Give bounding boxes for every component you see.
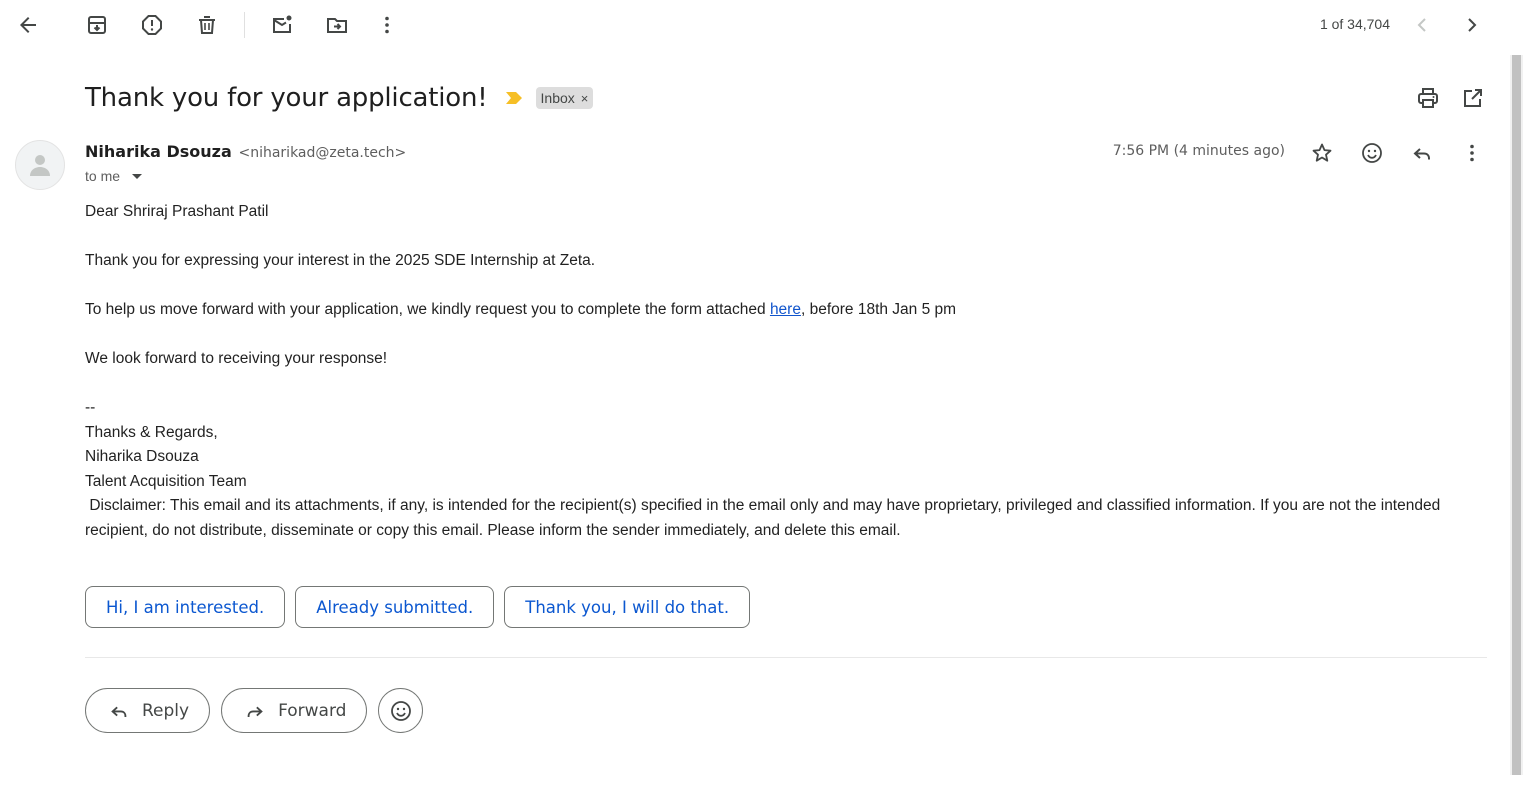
email-timestamp: 7:56 PM (4 minutes ago) — [1112, 143, 1285, 159]
add-reaction-button[interactable] — [1352, 133, 1392, 173]
older-button[interactable] — [1452, 5, 1492, 45]
sender-avatar[interactable] — [15, 140, 65, 190]
smart-reply-button[interactable]: Thank you, I will do that. — [504, 586, 751, 628]
back-button[interactable] — [8, 5, 48, 45]
greeting-line: Dear Shriraj Prashant Patil — [85, 203, 269, 220]
reply-actions: Reply Forward — [85, 688, 424, 733]
open-in-new-icon — [1464, 89, 1482, 107]
chevron-left-icon — [1417, 18, 1426, 32]
email-subject: Thank you for your application! — [85, 83, 488, 113]
importance-marker-icon[interactable] — [505, 92, 522, 104]
more-toolbar-button[interactable] — [367, 5, 407, 45]
scrollbar-thumb[interactable] — [1512, 55, 1521, 775]
reply-icon — [111, 706, 127, 717]
arrow-back-icon — [20, 17, 36, 33]
email-body: Dear Shriraj Prashant Patil Thank you fo… — [85, 200, 1455, 543]
remove-label-button[interactable]: × — [581, 91, 589, 106]
pager-count: 1 of 34,704 — [1319, 16, 1390, 32]
signature-regards: Thanks & Regards, — [85, 423, 218, 441]
caret-down-icon — [132, 173, 143, 179]
label-chip-text: Inbox — [540, 90, 575, 106]
toolbar-separator — [244, 12, 245, 38]
recipient-text: to me — [85, 168, 121, 184]
paragraph-interest: Thank you for expressing your interest i… — [85, 252, 596, 269]
more-vert-icon — [1470, 144, 1474, 162]
report-spam-icon — [142, 15, 162, 35]
signature-team: Talent Acquisition Team — [85, 472, 247, 490]
report-spam-button[interactable] — [132, 5, 172, 45]
move-to-folder-icon — [327, 18, 347, 33]
newer-button[interactable] — [1402, 5, 1442, 45]
disclaimer-text: Disclaimer: This email and its attachmen… — [85, 497, 1445, 539]
sender-line: Niharika Dsouza <niharikad@zeta.tech> — [85, 142, 406, 162]
archive-icon — [88, 16, 106, 34]
smart-reply-button[interactable]: Already submitted. — [295, 586, 495, 628]
trash-icon — [199, 16, 215, 34]
deadline-text: , before 18th Jan 5 pm — [800, 301, 957, 318]
emoji-icon — [391, 700, 411, 721]
signature-dash: -- — [85, 399, 96, 416]
sender-name[interactable]: Niharika Dsouza — [85, 142, 232, 161]
smart-reply-button[interactable]: Hi, I am interested. — [85, 586, 286, 628]
signature-name: Niharika Dsouza — [85, 448, 199, 465]
more-message-button[interactable] — [1452, 133, 1492, 173]
vertical-scrollbar[interactable] — [1510, 55, 1523, 775]
mark-unread-button[interactable] — [262, 5, 302, 45]
chevron-right-icon — [1468, 18, 1477, 32]
forward-button[interactable]: Forward — [221, 688, 368, 733]
emoji-icon — [1362, 143, 1382, 163]
form-request-text: To help us move forward with your applic… — [85, 301, 770, 318]
sender-email: <niharikad@zeta.tech> — [238, 145, 407, 161]
reply-icon — [1413, 148, 1430, 160]
paragraph-closing: We look forward to receiving your respon… — [85, 350, 388, 367]
open-new-window-button[interactable] — [1453, 78, 1493, 118]
delete-button[interactable] — [187, 5, 227, 45]
recipient-details-toggle[interactable]: to me — [85, 168, 143, 184]
default-person-icon — [30, 155, 50, 176]
more-vert-icon — [385, 16, 389, 34]
print-button[interactable] — [1408, 78, 1448, 118]
archive-button[interactable] — [77, 5, 117, 45]
reply-icon-button[interactable] — [1402, 133, 1442, 173]
subject-row: Thank you for your application! Inbox × — [85, 80, 594, 116]
emoji-reaction-button[interactable] — [378, 688, 424, 733]
label-chip-inbox: Inbox × — [535, 87, 594, 109]
print-icon — [1418, 88, 1438, 108]
mark-unread-icon — [273, 15, 292, 33]
forward-icon — [247, 706, 263, 717]
star-outline-icon — [1312, 143, 1332, 162]
forward-label: Forward — [278, 700, 347, 721]
reply-button[interactable]: Reply — [85, 688, 211, 733]
paragraph-form-request: To help us move forward with your applic… — [85, 298, 1455, 323]
divider — [85, 657, 1487, 658]
smart-reply-row: Hi, I am interested. Already submitted. … — [85, 586, 751, 628]
reply-label: Reply — [142, 700, 190, 721]
move-to-button[interactable] — [317, 5, 357, 45]
star-button[interactable] — [1302, 133, 1342, 173]
form-link[interactable]: here — [770, 301, 801, 318]
